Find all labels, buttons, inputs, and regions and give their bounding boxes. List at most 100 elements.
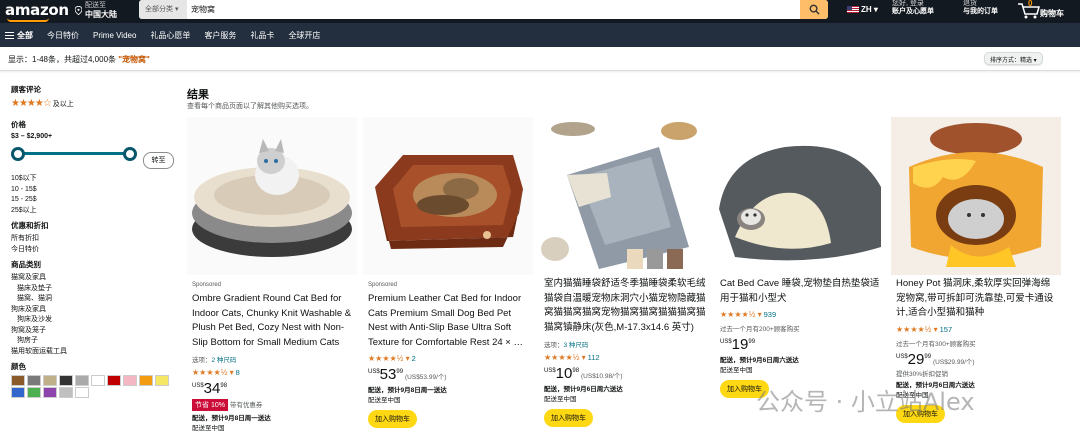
product-image-sleeping-bag[interactable] [539,117,709,275]
category-dog-beds[interactable]: 狗床及沙发 [11,315,181,326]
category-dog-furniture[interactable]: 狗床及家具 [11,305,181,316]
price-option-10-15[interactable]: 10 - 15$ [11,185,181,196]
price-range: $3 – $2,900+ [11,133,53,140]
price-fraction: 99 [924,353,932,360]
add-to-cart-button[interactable]: 加入购物车 [368,410,417,428]
purchase-stats: 过去一个月有200+顾客购买 [720,326,800,333]
price-whole: 29 [907,350,925,368]
price-fraction: 98 [572,368,580,374]
color-swatch[interactable] [27,387,41,398]
product-rating[interactable]: ★★★★½ ▾ 2 [368,354,530,363]
category-dog-houses[interactable]: 狗房子 [11,336,181,347]
product-image-cat-cave[interactable] [715,117,885,275]
cart-button[interactable]: 0 购物车 [1015,0,1075,20]
product-image-round-knit-bed[interactable] [187,117,357,275]
product-info: Sponsored Premium Leather Cat Bed for In… [368,282,530,428]
deliver-to[interactable]: 配送至 中国大陆 [85,1,117,19]
color-swatch[interactable] [107,375,121,386]
product-title[interactable]: Premium Leather Cat Bed for Indoor Cats … [368,292,530,350]
amazon-logo[interactable]: amazon [5,1,69,19]
size-options-link[interactable]: 3 种尺码 [564,342,589,349]
delivery-info: 配送，预计9月6日周六送达 配送至中国 [720,356,882,376]
nav-item-customer-service[interactable]: 客户服务 [204,30,236,41]
product-rating[interactable]: ★★★★½ ▾ 157 [896,325,1058,334]
price-slider-max-handle[interactable] [123,147,137,161]
search-category-dropdown[interactable]: 全部分类 ▾ [139,0,187,19]
color-swatch[interactable] [43,375,57,386]
nav-item-gift-cards[interactable]: 礼品卡 [250,30,274,41]
coupon-badge[interactable]: 节省 10% [192,399,228,411]
price-go-button[interactable]: 转至 [143,152,174,169]
all-menu-button[interactable]: 全部 [5,30,33,41]
nav-item-deals[interactable]: 今日特价 [47,30,79,41]
all-menu-label: 全部 [17,30,33,40]
price-heading: 价格 [11,120,26,129]
search-input[interactable] [189,0,789,19]
price-option-15-25[interactable]: 15 - 25$ [11,195,181,206]
account-greeting: 您好, 登录 [892,0,924,7]
four-stars-filter[interactable]: ★★★★☆ 及以上 [11,98,181,109]
product-title[interactable]: Honey Pot 猫洞床,柔软厚实回弹海绵宠物窝,带可拆卸可洗靠垫,可爱卡通设… [896,277,1058,321]
category-dog-crates[interactable]: 狗窝及笼子 [11,326,181,337]
nav-item-gift-wishlist[interactable]: 礼品心愿单 [150,30,190,41]
product-price: US$3498 [192,380,354,397]
sort-dropdown[interactable]: 排序方式：精选 ▾ [984,52,1043,65]
knit-bed-illustration [192,139,352,257]
color-swatch[interactable] [11,375,25,386]
category-cat-caves[interactable]: 猫窝、猫洞 [11,294,181,305]
price-slider-min-handle[interactable] [11,147,25,161]
product-card: 室内猫猫睡袋舒适冬季猫睡袋柔软毛绒猫袋自温暖宠物床洞穴小猫宠物隐藏猫窝猫猫窝猫窝… [539,117,709,447]
color-swatch[interactable] [75,387,89,398]
color-swatch[interactable] [91,375,105,386]
product-title[interactable]: Cat Bed Cave 睡袋,宠物垫自热垫袋适用于猫和小型犬 [720,277,882,306]
category-cat-carriers[interactable]: 猫用软面运载工具 [11,347,181,358]
results-count: 显示：1-48条，共超过4,000条 [8,55,117,64]
price-whole: 19 [731,336,749,353]
product-title[interactable]: 室内猫猫睡袋舒适冬季猫睡袋柔软毛绒猫袋自温暖宠物床洞穴小猫宠物隐藏猫窝猫猫窝猫窝… [544,277,706,335]
price-currency: US$ [720,339,732,345]
color-swatch[interactable] [27,375,41,386]
nav-item-sell[interactable]: 全球开店 [288,30,320,41]
orders-link[interactable]: 退货 与我的订单 [963,0,998,16]
product-image-leather-bed[interactable] [363,117,533,275]
secondary-navbar: 全部 今日特价 Prime Video 礼品心愿单 客户服务 礼品卡 全球开店 [0,23,1080,47]
product-rating[interactable]: ★★★★½ ▾ 939 [720,310,882,319]
product-rating[interactable]: ★★★★½ ▾ 8 [192,368,354,377]
ship-to: 配送至中国 [192,425,225,432]
product-rating[interactable]: ★★★★½ ▾ 112 [544,353,706,362]
review-count: 2 [411,354,416,363]
price-slider[interactable] [11,146,141,162]
color-swatch[interactable] [155,375,169,386]
add-to-cart-button[interactable]: 加入购物车 [544,409,593,427]
product-options: 选项：3 种尺码 [544,339,706,349]
account-menu[interactable]: 您好, 登录 账户及心愿单 [892,0,934,16]
color-swatch[interactable] [75,375,89,386]
category-cat-furniture[interactable]: 猫窝及家具 [11,273,181,284]
language-selector[interactable]: ZH ▾ [847,5,878,14]
color-swatch[interactable] [43,387,57,398]
deal-all-discounts[interactable]: 所有折扣 [11,234,181,245]
color-swatches [11,375,181,398]
color-swatch[interactable] [139,375,153,386]
category-cat-beds[interactable]: 猫床及垫子 [11,284,181,295]
product-title[interactable]: Ombre Gradient Round Cat Bed for Indoor … [192,292,354,350]
price-option-under-10[interactable]: 10$以下 [11,174,181,185]
product-info: Sponsored Ombre Gradient Round Cat Bed f… [192,282,354,434]
promo-note: 提供30%折扣促销 [896,370,949,378]
color-swatch[interactable] [123,375,137,386]
color-swatch[interactable] [59,375,73,386]
review-filter-suffix: 及以上 [52,101,74,108]
product-info: 室内猫猫睡袋舒适冬季猫睡袋柔软毛绒猫袋自温暖宠物床洞穴小猫宠物隐藏猫窝猫猫窝猫窝… [544,278,706,427]
size-options-link[interactable]: 2 种尺码 [212,357,237,364]
search-button[interactable] [800,0,828,19]
nav-item-prime-video[interactable]: Prime Video [93,31,136,40]
price-currency: US$ [368,369,380,375]
results-subtitle: 查看每个商品页面以了解其他购买选项。 [187,103,313,110]
color-swatch[interactable] [11,387,25,398]
product-image-honey-pot[interactable] [891,117,1061,275]
options-label: 选项： [544,342,564,349]
deal-today[interactable]: 今日特价 [11,245,181,256]
color-swatch[interactable] [59,387,73,398]
price-option-over-25[interactable]: 25$以上 [11,206,181,217]
sleeping-bag-illustration [541,122,697,269]
